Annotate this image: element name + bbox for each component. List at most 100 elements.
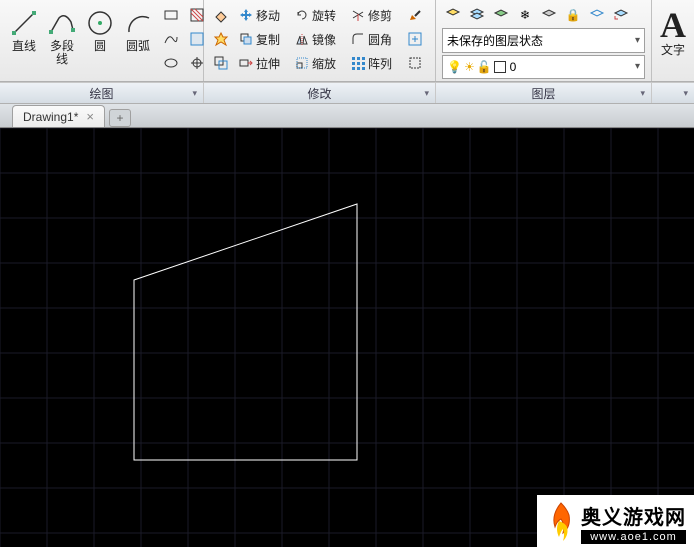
layer-current-value: 0 <box>510 60 517 74</box>
array-label: 阵列 <box>368 55 392 72</box>
layer-current-dropdown[interactable]: 💡 ☀ 🔓 0 <box>442 55 645 80</box>
trim-icon <box>351 8 365 22</box>
layer-off-icon <box>541 7 557 23</box>
line-label: 直线 <box>12 40 36 53</box>
circle-icon <box>84 7 116 39</box>
edit-icon <box>407 31 423 47</box>
layer-iso-icon <box>493 7 509 23</box>
stretch-button[interactable]: 拉伸 <box>234 52 288 74</box>
layer-state-dropdown[interactable]: 未保存的图层状态 <box>442 28 645 53</box>
region-icon <box>189 31 205 47</box>
arc-button[interactable]: 圆弧 <box>120 4 156 79</box>
line-button[interactable]: 直线 <box>6 4 42 79</box>
tab-strip: Drawing1* × + <box>0 104 694 128</box>
mirror-button[interactable]: 镜像 <box>290 28 344 50</box>
text-button[interactable]: A 文字 <box>655 4 691 60</box>
new-tab-button[interactable]: + <box>109 109 131 127</box>
move-label: 移动 <box>256 7 280 24</box>
line-icon <box>8 7 40 39</box>
layer-lock-button[interactable]: 🔒 <box>562 4 584 26</box>
plus-icon: + <box>116 111 123 125</box>
layer-match-button[interactable] <box>586 4 608 26</box>
offset-icon <box>213 55 229 71</box>
panel-annotation: A 文字 <box>652 0 694 81</box>
arc-icon <box>122 7 154 39</box>
ribbon: 直线 多段线 圆 圆弧 <box>0 0 694 82</box>
circle-label: 圆 <box>94 40 106 53</box>
snowflake-icon: ❄ <box>520 8 530 22</box>
scale-icon <box>295 56 309 70</box>
copy-button[interactable]: 复制 <box>234 28 288 50</box>
tab-drawing1[interactable]: Drawing1* × <box>12 105 105 127</box>
move-button[interactable]: 移动 <box>234 4 288 26</box>
panel-title-draw[interactable]: 绘图 <box>0 83 204 103</box>
erase-button[interactable] <box>210 4 232 26</box>
rectangle-button[interactable] <box>160 4 182 26</box>
layer-freeze-button[interactable]: ❄ <box>514 4 536 26</box>
offset-button[interactable] <box>210 52 232 74</box>
point-icon <box>189 55 205 71</box>
watermark: 奥义游戏网 www.aoe1.com <box>537 495 694 547</box>
panel-title-annot[interactable] <box>652 83 694 103</box>
polyline-button[interactable]: 多段线 <box>44 4 80 79</box>
scale-label: 缩放 <box>312 55 336 72</box>
rotate-label: 旋转 <box>312 7 336 24</box>
panel-modify: 移动 复制 拉伸 旋转 镜像 缩放 修剪 圆角 阵列 <box>204 0 436 81</box>
circle-button[interactable]: 圆 <box>82 4 118 79</box>
brush-icon <box>407 7 423 23</box>
explode-button[interactable] <box>210 28 232 50</box>
mirror-label: 镜像 <box>312 31 336 48</box>
color-swatch <box>494 61 506 73</box>
array-button[interactable]: 阵列 <box>346 52 402 74</box>
watermark-title: 奥义游戏网 <box>581 501 686 530</box>
hatch-icon <box>189 7 205 23</box>
flame-icon <box>545 501 577 545</box>
trim-label: 修剪 <box>368 7 392 24</box>
move-icon <box>239 8 253 22</box>
array-icon <box>351 56 365 70</box>
layer-prev-icon <box>613 7 629 23</box>
layer-prev-button[interactable] <box>610 4 632 26</box>
layer-props-button[interactable] <box>442 4 464 26</box>
layer-iso-button[interactable] <box>490 4 512 26</box>
tab-label: Drawing1* <box>23 110 78 124</box>
unlock-icon: 🔓 <box>477 60 492 74</box>
rotate-button[interactable]: 旋转 <box>290 4 344 26</box>
panel-title-modify[interactable]: 修改 <box>204 83 436 103</box>
stretch-label: 拉伸 <box>256 55 280 72</box>
drawing-canvas[interactable]: 奥义游戏网 www.aoe1.com <box>0 128 694 547</box>
fillet-icon <box>351 32 365 46</box>
spline-button[interactable] <box>160 28 182 50</box>
rotate-icon <box>295 8 309 22</box>
sun-icon: ☀ <box>464 60 475 74</box>
ellipse-button[interactable] <box>160 52 182 74</box>
bulb-icon: 💡 <box>447 60 462 74</box>
tab-close-icon[interactable]: × <box>86 110 94 123</box>
trim-button[interactable]: 修剪 <box>346 4 402 26</box>
edit-button[interactable] <box>404 28 426 50</box>
ellipse-icon <box>163 55 179 71</box>
layer-props-icon <box>445 7 461 23</box>
stretch-icon <box>239 56 253 70</box>
polyline-label: 多段线 <box>45 40 79 66</box>
fillet-button[interactable]: 圆角 <box>346 28 402 50</box>
panel-draw: 直线 多段线 圆 圆弧 <box>0 0 204 81</box>
panel-title-layer[interactable]: 图层 <box>436 83 652 103</box>
polyline-icon <box>46 7 78 39</box>
arc-label: 圆弧 <box>126 40 150 53</box>
watermark-url: www.aoe1.com <box>581 530 686 544</box>
layer-states-button[interactable] <box>466 4 488 26</box>
rectangle-icon <box>163 7 179 23</box>
layer-match-icon <box>589 7 605 23</box>
layer-off-button[interactable] <box>538 4 560 26</box>
panel-layer: ❄ 🔒 未保存的图层状态 💡 ☀ 🔓 0 <box>436 0 652 81</box>
brush-button[interactable] <box>404 4 426 26</box>
scale-button[interactable]: 缩放 <box>290 52 344 74</box>
mirror-icon <box>295 32 309 46</box>
clip-icon <box>407 55 423 71</box>
spline-icon <box>163 31 179 47</box>
copy-icon <box>239 32 253 46</box>
clip-button[interactable] <box>404 52 426 74</box>
text-label: 文字 <box>661 44 685 57</box>
explode-icon <box>213 31 229 47</box>
